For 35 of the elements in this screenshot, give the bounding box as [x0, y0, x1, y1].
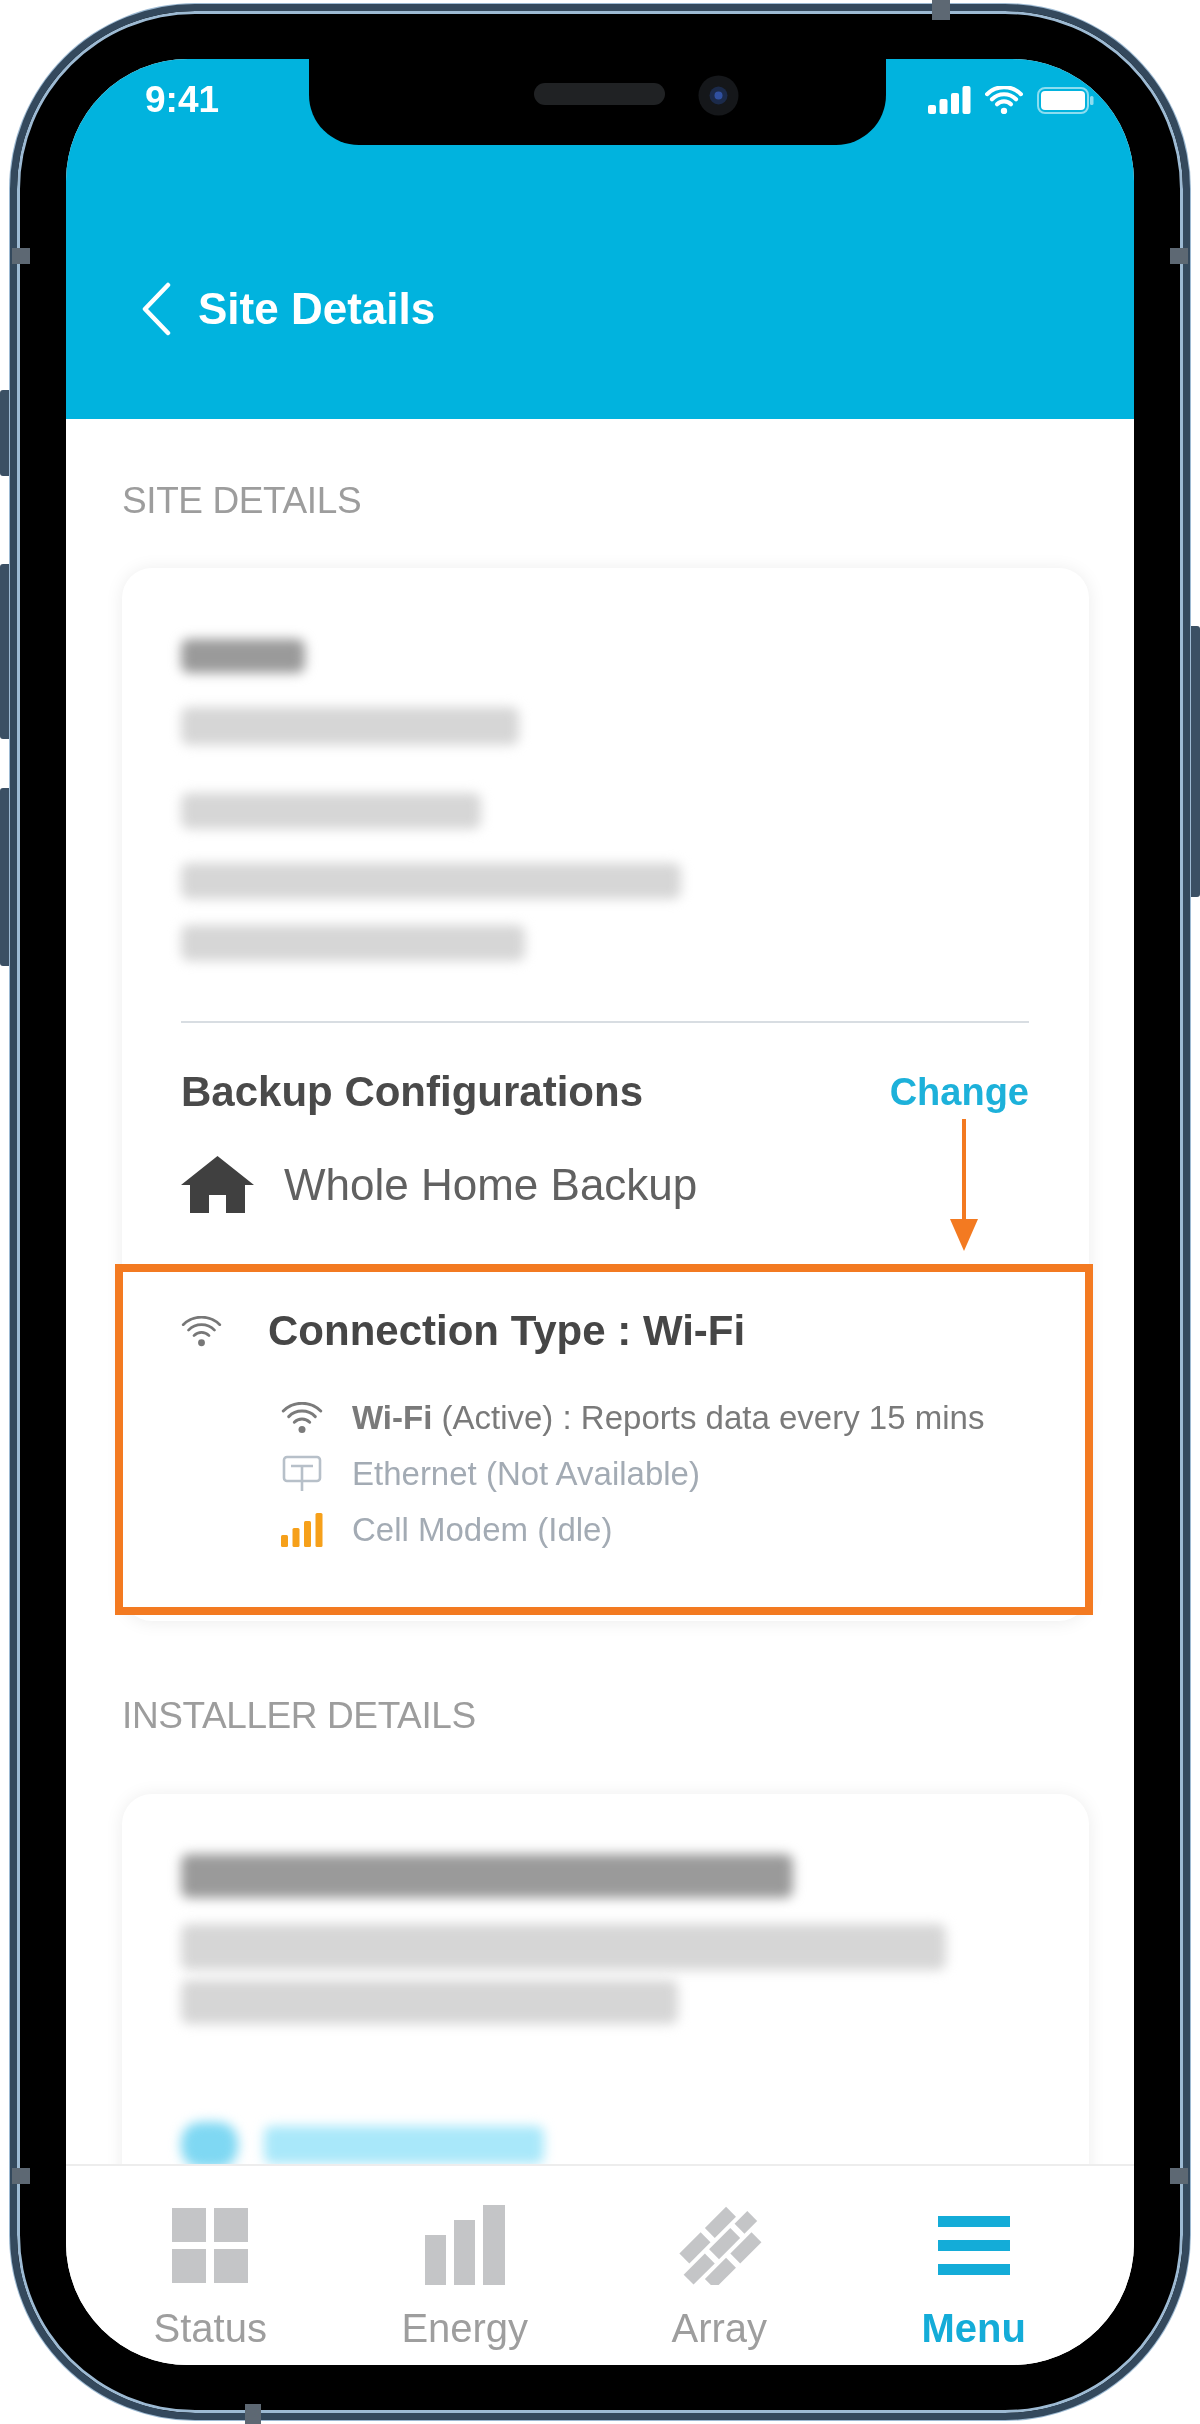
- change-link[interactable]: Change: [889, 1068, 1029, 1116]
- signal-bars-icon: [281, 1513, 323, 1547]
- grid-icon: [172, 2205, 249, 2285]
- camera-icon: [698, 75, 739, 116]
- ethernet-icon: [281, 1455, 323, 1493]
- section-heading: SITE DETAILS: [122, 479, 363, 523]
- bar-chart-icon: [424, 2205, 505, 2285]
- house-icon: [181, 1156, 254, 1213]
- tab[interactable]: Menu: [921, 2205, 1026, 2355]
- tab[interactable]: Array: [671, 2205, 768, 2355]
- antenna-band: [932, 0, 950, 20]
- tab[interactable]: Status: [153, 2205, 267, 2355]
- tab[interactable]: Energy: [401, 2205, 529, 2355]
- battery-icon: [1037, 86, 1094, 114]
- antenna-band: [12, 2168, 30, 2184]
- wifi-icon: [985, 85, 1023, 115]
- antenna-band: [245, 2404, 261, 2424]
- connection-title: Connection Type : Wi-Fi: [268, 1307, 746, 1355]
- wifi-icon: [181, 1315, 222, 1347]
- antenna-band: [12, 248, 30, 264]
- blurred-phone-icon: [181, 2122, 238, 2164]
- antenna-band: [1170, 2168, 1188, 2184]
- wifi-icon: [281, 1402, 323, 1434]
- backup-label: Backup Configurations: [181, 1068, 644, 1116]
- signal-icon: [928, 86, 971, 114]
- section-heading: INSTALLER DETAILS: [122, 1694, 477, 1738]
- connection-option: Wi-Fi (Active) : Reports data every 15 mins: [352, 1397, 985, 1439]
- backup-value: Whole Home Backup: [284, 1158, 698, 1211]
- speaker-grille-icon: [534, 83, 665, 105]
- status-time: 9:41: [145, 78, 220, 122]
- connection-option: Ethernet (Not Available): [352, 1453, 700, 1495]
- header-title: Site Details: [198, 283, 436, 335]
- back-icon[interactable]: [141, 282, 171, 336]
- connection-option: Cell Modem (Idle): [352, 1509, 613, 1551]
- antenna-band: [1170, 248, 1188, 264]
